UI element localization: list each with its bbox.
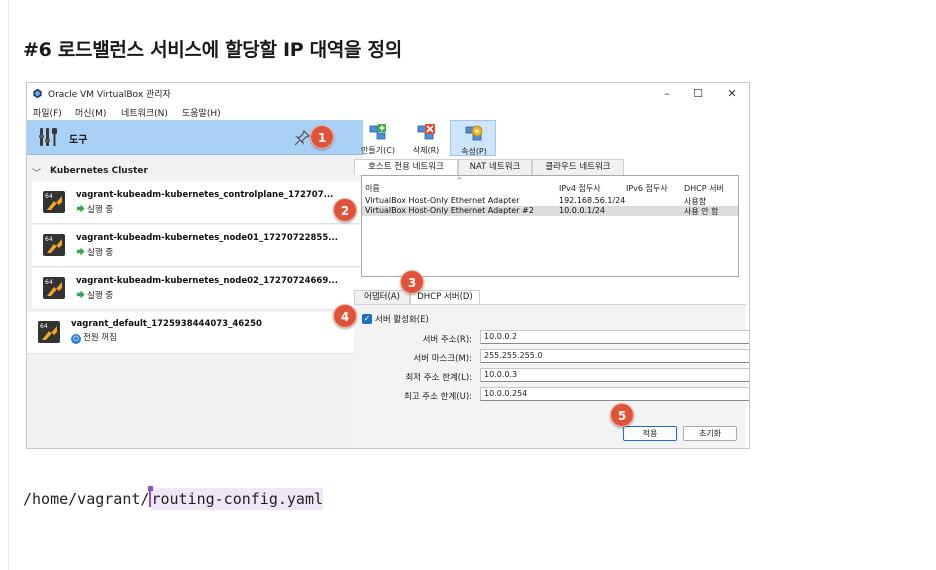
row-ipv4: 10.0.0.1/24 xyxy=(559,206,605,215)
vm-os-icon: 64 xyxy=(38,321,60,343)
sort-caret-icon[interactable]: ^ xyxy=(456,176,463,185)
upper-address-label: 최고 주소 한계(U): xyxy=(403,392,472,402)
svg-text:64: 64 xyxy=(45,236,53,243)
vm-status: 실행 중 xyxy=(76,203,113,215)
step-badge-5: 5 xyxy=(610,403,634,427)
step-badge-2: 2 xyxy=(333,198,357,222)
machine-list-panel: 도구 1 ﹀ Kubernetes Cluster 64 vagrant-kub… xyxy=(27,120,363,448)
menu-network[interactable]: 네트워크(N) xyxy=(121,106,168,119)
pin-icon[interactable] xyxy=(293,129,311,147)
upper-address-field[interactable]: 10.0.0.254 xyxy=(480,387,749,401)
menu-help[interactable]: 도움말(H) xyxy=(182,106,221,119)
vm-status: 실행 중 xyxy=(76,246,113,258)
tools-item[interactable]: 도구 1 xyxy=(27,120,363,155)
menu-file[interactable]: 파일(F) xyxy=(33,106,62,119)
column-header-name[interactable]: 이름 xyxy=(365,183,380,194)
server-address-field[interactable]: 10.0.0.2 xyxy=(480,330,749,344)
vm-status-text: 실행 중 xyxy=(87,205,114,215)
server-address-label: 서버 주소(R): xyxy=(422,335,472,345)
vm-item-node02[interactable]: 64 vagrant-kubeadm-kubernetes_node02_172… xyxy=(32,268,363,310)
network-add-icon xyxy=(369,124,386,140)
vm-name: vagrant-kubeadm-kubernetes_controlplane_… xyxy=(76,190,334,200)
create-button[interactable]: 만들기(C) xyxy=(355,120,401,156)
minimize-button[interactable]: – xyxy=(653,85,681,102)
row-name: VirtualBox Host-Only Ethernet Adapter xyxy=(365,196,520,205)
running-arrow-icon xyxy=(76,290,85,299)
window-titlebar: Oracle VM VirtualBox 관리자 – ☐ ✕ xyxy=(27,83,749,104)
column-header-ipv6[interactable]: IPv6 접두사 xyxy=(626,183,668,194)
tab-dhcp-server[interactable]: DHCP 서버(D) xyxy=(410,290,480,304)
maximize-button[interactable]: ☐ xyxy=(684,85,712,102)
vm-item-node01[interactable]: 64 vagrant-kubeadm-kubernetes_node01_172… xyxy=(32,225,363,267)
tools-icon xyxy=(39,128,57,146)
group-kubernetes-cluster[interactable]: ﹀ Kubernetes Cluster xyxy=(27,162,363,180)
step-badge-3: 3 xyxy=(400,270,424,294)
column-header-dhcp[interactable]: DHCP 서버 xyxy=(684,183,724,194)
code-directory: /home/vagrant/ xyxy=(23,490,150,508)
vm-status-text: 실행 중 xyxy=(87,248,114,258)
server-enable-label: 서버 활성화(E) xyxy=(375,315,429,325)
row-dhcp: 사용 안 함 xyxy=(684,207,719,216)
group-label: Kubernetes Cluster xyxy=(50,166,148,176)
menu-machine[interactable]: 머신(M) xyxy=(75,106,106,119)
vm-name: vagrant-kubeadm-kubernetes_node02_172707… xyxy=(76,276,338,286)
page-edge-line xyxy=(8,0,9,570)
page-title: #6 로드밸런스 서비스에 할당할 IP 대역을 정의 xyxy=(23,39,402,61)
dhcp-server-panel: ✓ 서버 활성화(E) 서버 주소(R): 10.0.0.2 서버 마스크(M)… xyxy=(354,304,749,448)
server-mask-field[interactable]: 255.255.255.0 xyxy=(480,349,749,363)
lower-address-field[interactable]: 10.0.0.3 xyxy=(480,368,749,382)
table-row[interactable]: VirtualBox Host-Only Ethernet Adapter #2… xyxy=(362,206,738,216)
properties-button[interactable]: 속성(P) xyxy=(450,120,496,156)
tab-nat-network[interactable]: NAT 네트워크 xyxy=(458,159,532,175)
network-list: ^ 이름 IPv4 접두사 IPv6 접두사 DHCP 서버 VirtualBo… xyxy=(361,175,739,277)
window-title: Oracle VM VirtualBox 관리자 xyxy=(48,90,171,100)
tools-label: 도구 xyxy=(69,135,88,146)
tab-adapter[interactable]: 어댑터(A) xyxy=(354,290,410,304)
running-arrow-icon xyxy=(76,247,85,256)
vm-name: vagrant_default_1725938444073_46250 xyxy=(71,319,262,329)
virtualbox-app-icon xyxy=(33,88,42,99)
virtualbox-window: Oracle VM VirtualBox 관리자 – ☐ ✕ 파일(F) 머신(… xyxy=(26,82,750,449)
properties-label: 속성(P) xyxy=(461,147,487,156)
vm-item-vagrant-default[interactable]: 64 vagrant_default_1725938444073_46250 ⏻… xyxy=(27,312,363,354)
apply-button[interactable]: 적용 xyxy=(623,426,677,441)
power-off-icon: ⏻ xyxy=(71,334,81,344)
create-label: 만들기(C) xyxy=(361,146,395,155)
step-badge-1: 1 xyxy=(310,125,334,149)
properties-gear-icon xyxy=(465,125,483,141)
reset-button[interactable]: 초기화 xyxy=(683,426,737,441)
server-enable-checkbox[interactable]: ✓ xyxy=(362,314,372,324)
close-button[interactable]: ✕ xyxy=(718,85,746,102)
svg-text:64: 64 xyxy=(45,193,53,200)
vm-status: ⏻ 전원 꺼짐 xyxy=(71,331,117,344)
tab-cloud-network[interactable]: 클라우드 네트워크 xyxy=(532,159,624,175)
vm-status: 실행 중 xyxy=(76,289,113,301)
vm-os-icon: 64 xyxy=(43,191,65,213)
network-delete-icon xyxy=(417,124,435,140)
vm-os-icon: 64 xyxy=(43,234,65,256)
lower-address-label: 최저 주소 한계(L): xyxy=(405,373,472,383)
vm-status-text: 전원 꺼짐 xyxy=(83,333,117,343)
vm-item-controlplane[interactable]: 64 vagrant-kubeadm-kubernetes_controlpla… xyxy=(32,182,363,224)
column-header-ipv4[interactable]: IPv4 접두사 xyxy=(559,183,601,194)
code-path-line: /home/vagrant/routing-config.yaml xyxy=(23,486,324,510)
vm-status-text: 실행 중 xyxy=(87,291,114,301)
menubar: 파일(F) 머신(M) 네트워크(N) 도움말(H) xyxy=(27,104,749,120)
server-mask-label: 서버 마스크(M): xyxy=(413,354,472,364)
text-cursor xyxy=(148,486,154,507)
step-badge-4: 4 xyxy=(333,304,357,328)
chevron-down-icon[interactable]: ﹀ xyxy=(32,166,41,179)
vm-os-icon: 64 xyxy=(43,277,65,299)
running-arrow-icon xyxy=(76,204,85,213)
row-name: VirtualBox Host-Only Ethernet Adapter #2 xyxy=(365,206,534,215)
svg-text:64: 64 xyxy=(40,323,48,330)
tab-host-only-network[interactable]: 호스트 전용 네트워크 xyxy=(354,159,458,175)
table-row[interactable]: VirtualBox Host-Only Ethernet Adapter 19… xyxy=(362,196,738,206)
delete-button[interactable]: 삭제(R) xyxy=(403,120,449,156)
code-filename[interactable]: routing-config.yaml xyxy=(151,488,324,510)
row-ipv4: 192.168.56.1/24 xyxy=(559,196,626,205)
svg-text:64: 64 xyxy=(45,279,53,286)
vm-name: vagrant-kubeadm-kubernetes_node01_172707… xyxy=(76,233,338,243)
delete-label: 삭제(R) xyxy=(412,146,440,155)
